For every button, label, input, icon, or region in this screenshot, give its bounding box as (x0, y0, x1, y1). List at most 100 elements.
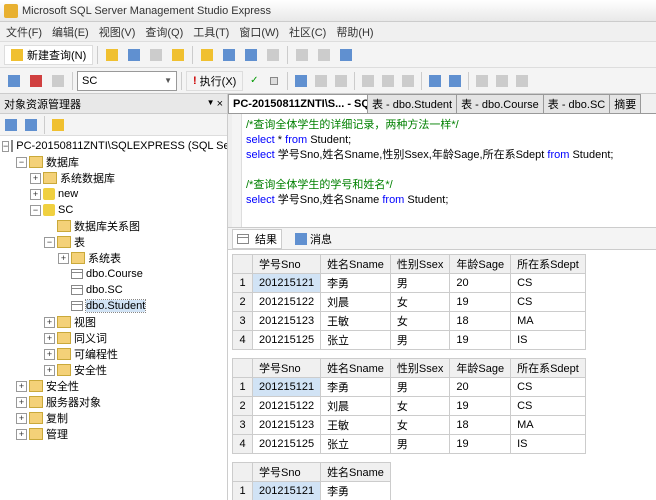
tab-summary[interactable]: 摘要 (609, 94, 641, 113)
tree-security-db[interactable]: +安全性 (0, 362, 227, 378)
folder-icon (57, 316, 71, 328)
folder-icon (57, 220, 71, 232)
tb-plan-icon[interactable] (292, 72, 310, 90)
tb-win-icon[interactable] (314, 45, 334, 65)
result-grid-1[interactable]: 学号Sno姓名Sname性别Ssex年龄Sage所在系Sdept12012151… (232, 254, 586, 350)
tb-actual-icon[interactable] (332, 72, 350, 90)
tb-connect-icon[interactable] (4, 71, 24, 91)
expand-icon[interactable]: + (44, 365, 55, 376)
tab-course[interactable]: 表 - dbo.Course (456, 94, 544, 113)
tb-open-icon[interactable] (102, 45, 122, 65)
tb-grid-icon[interactable] (379, 72, 397, 90)
oe-refresh-icon[interactable] (22, 116, 40, 134)
stop-button[interactable] (265, 72, 283, 90)
menu-tools[interactable]: 工具(T) (193, 24, 229, 40)
tree-tables[interactable]: −表 (0, 234, 227, 250)
tree-diagrams[interactable]: 数据库关系图 (0, 218, 227, 234)
tb-text-icon[interactable] (359, 72, 377, 90)
tb-table-icon[interactable] (146, 45, 166, 65)
tree-tbl-student[interactable]: dbo.Student (0, 298, 227, 314)
tb-prop-icon[interactable] (263, 45, 283, 65)
expand-icon[interactable]: + (30, 189, 41, 200)
tb-save2-icon[interactable] (219, 45, 239, 65)
menu-file[interactable]: 文件(F) (6, 24, 42, 40)
tb-stats-icon[interactable] (312, 72, 330, 90)
tb-list-icon[interactable] (292, 45, 312, 65)
tb-change-icon[interactable] (48, 71, 68, 91)
tb-indent-icon[interactable] (473, 72, 491, 90)
expand-icon[interactable]: + (58, 253, 69, 264)
collapse-icon[interactable]: − (30, 205, 41, 216)
expand-icon[interactable]: + (16, 429, 27, 440)
tree-db-new[interactable]: +new (0, 186, 227, 202)
oe-filter-icon[interactable] (49, 116, 67, 134)
menu-window[interactable]: 窗口(W) (239, 24, 279, 40)
tree-db-sc[interactable]: −SC (0, 202, 227, 218)
content-area: PC-20150811ZNTI\S... - SQLQuery1.sql* 表 … (228, 94, 656, 500)
tree-management[interactable]: +管理 (0, 426, 227, 442)
tree-server[interactable]: −PC-20150811ZNTI\SQLEXPRESS (SQL Ser (0, 138, 227, 154)
parse-button[interactable]: ✓ (245, 72, 263, 90)
menu-edit[interactable]: 编辑(E) (52, 24, 89, 40)
menu-query[interactable]: 查询(Q) (145, 24, 183, 40)
expand-icon[interactable]: + (16, 397, 27, 408)
expand-icon[interactable]: + (16, 413, 27, 424)
expand-icon[interactable]: + (44, 333, 55, 344)
tb-file-icon[interactable] (399, 72, 417, 90)
table-icon (71, 269, 83, 279)
result-grid-2[interactable]: 学号Sno姓名Sname性别Ssex年龄Sage所在系Sdept12012151… (232, 358, 586, 454)
menu-community[interactable]: 社区(C) (289, 24, 326, 40)
tb-save-icon[interactable] (124, 45, 144, 65)
expand-icon[interactable]: + (44, 317, 55, 328)
message-icon (295, 233, 307, 245)
tb-uncomment-icon[interactable] (446, 72, 464, 90)
tree-systables[interactable]: +系统表 (0, 250, 227, 266)
folder-icon (57, 364, 71, 376)
folder-icon (29, 396, 43, 408)
collapse-icon[interactable]: − (44, 237, 55, 248)
main-toolbar: 新建查询(N) (0, 42, 656, 68)
collapse-icon[interactable]: − (2, 141, 9, 152)
tab-results[interactable]: 结果 (232, 229, 282, 249)
tab-query[interactable]: PC-20150811ZNTI\S... - SQLQuery1.sql* (228, 94, 368, 113)
result-grid-3[interactable]: 学号Sno姓名Sname1201215121李勇2201215122刘晨3201… (232, 462, 391, 500)
tab-student[interactable]: 表 - dbo.Student (367, 94, 457, 113)
tb-open2-icon[interactable] (197, 45, 217, 65)
tree-sysdb[interactable]: +系统数据库 (0, 170, 227, 186)
tb-saveall-icon[interactable] (241, 45, 261, 65)
sql-editor[interactable]: /*查询全体学生的详细记录，两种方法一样*/ select * from Stu… (228, 114, 656, 227)
tree-server-objects[interactable]: +服务器对象 (0, 394, 227, 410)
oe-connect-icon[interactable] (2, 116, 20, 134)
folder-icon (57, 332, 71, 344)
tree-databases[interactable]: −数据库 (0, 154, 227, 170)
expand-icon[interactable]: + (16, 381, 27, 392)
tree-programmability[interactable]: +可编程性 (0, 346, 227, 362)
tree-tbl-course[interactable]: dbo.Course (0, 266, 227, 282)
tree-tbl-sc[interactable]: dbo.SC (0, 282, 227, 298)
tree-views[interactable]: +视图 (0, 314, 227, 330)
object-tree[interactable]: −PC-20150811ZNTI\SQLEXPRESS (SQL Ser −数据… (0, 136, 227, 500)
tab-messages[interactable]: 消息 (290, 229, 337, 249)
tb-outdent-icon[interactable] (493, 72, 511, 90)
execute-button[interactable]: ! 执行(X) (186, 71, 243, 91)
close-icon[interactable]: × (217, 98, 223, 110)
tb-db-icon[interactable] (168, 45, 188, 65)
tree-security[interactable]: +安全性 (0, 378, 227, 394)
collapse-icon[interactable]: − (16, 157, 27, 168)
tb-opts-icon[interactable] (513, 72, 531, 90)
tb-comment-icon[interactable] (426, 72, 444, 90)
database-combo[interactable]: SC ▼ (77, 71, 177, 91)
dropdown-icon[interactable]: ▼ (207, 98, 215, 110)
object-explorer-header: 对象资源管理器 ▼ × (0, 94, 227, 114)
menu-view[interactable]: 视图(V) (99, 24, 136, 40)
tb-disconnect-icon[interactable] (26, 71, 46, 91)
expand-icon[interactable]: + (44, 349, 55, 360)
menu-help[interactable]: 帮助(H) (336, 24, 373, 40)
tree-replication[interactable]: +复制 (0, 410, 227, 426)
new-query-label: 新建查询(N) (27, 47, 86, 63)
new-query-button[interactable]: 新建查询(N) (4, 45, 93, 65)
tb-help-icon[interactable] (336, 45, 356, 65)
tree-synonyms[interactable]: +同义词 (0, 330, 227, 346)
tab-sc[interactable]: 表 - dbo.SC (543, 94, 610, 113)
expand-icon[interactable]: + (30, 173, 41, 184)
